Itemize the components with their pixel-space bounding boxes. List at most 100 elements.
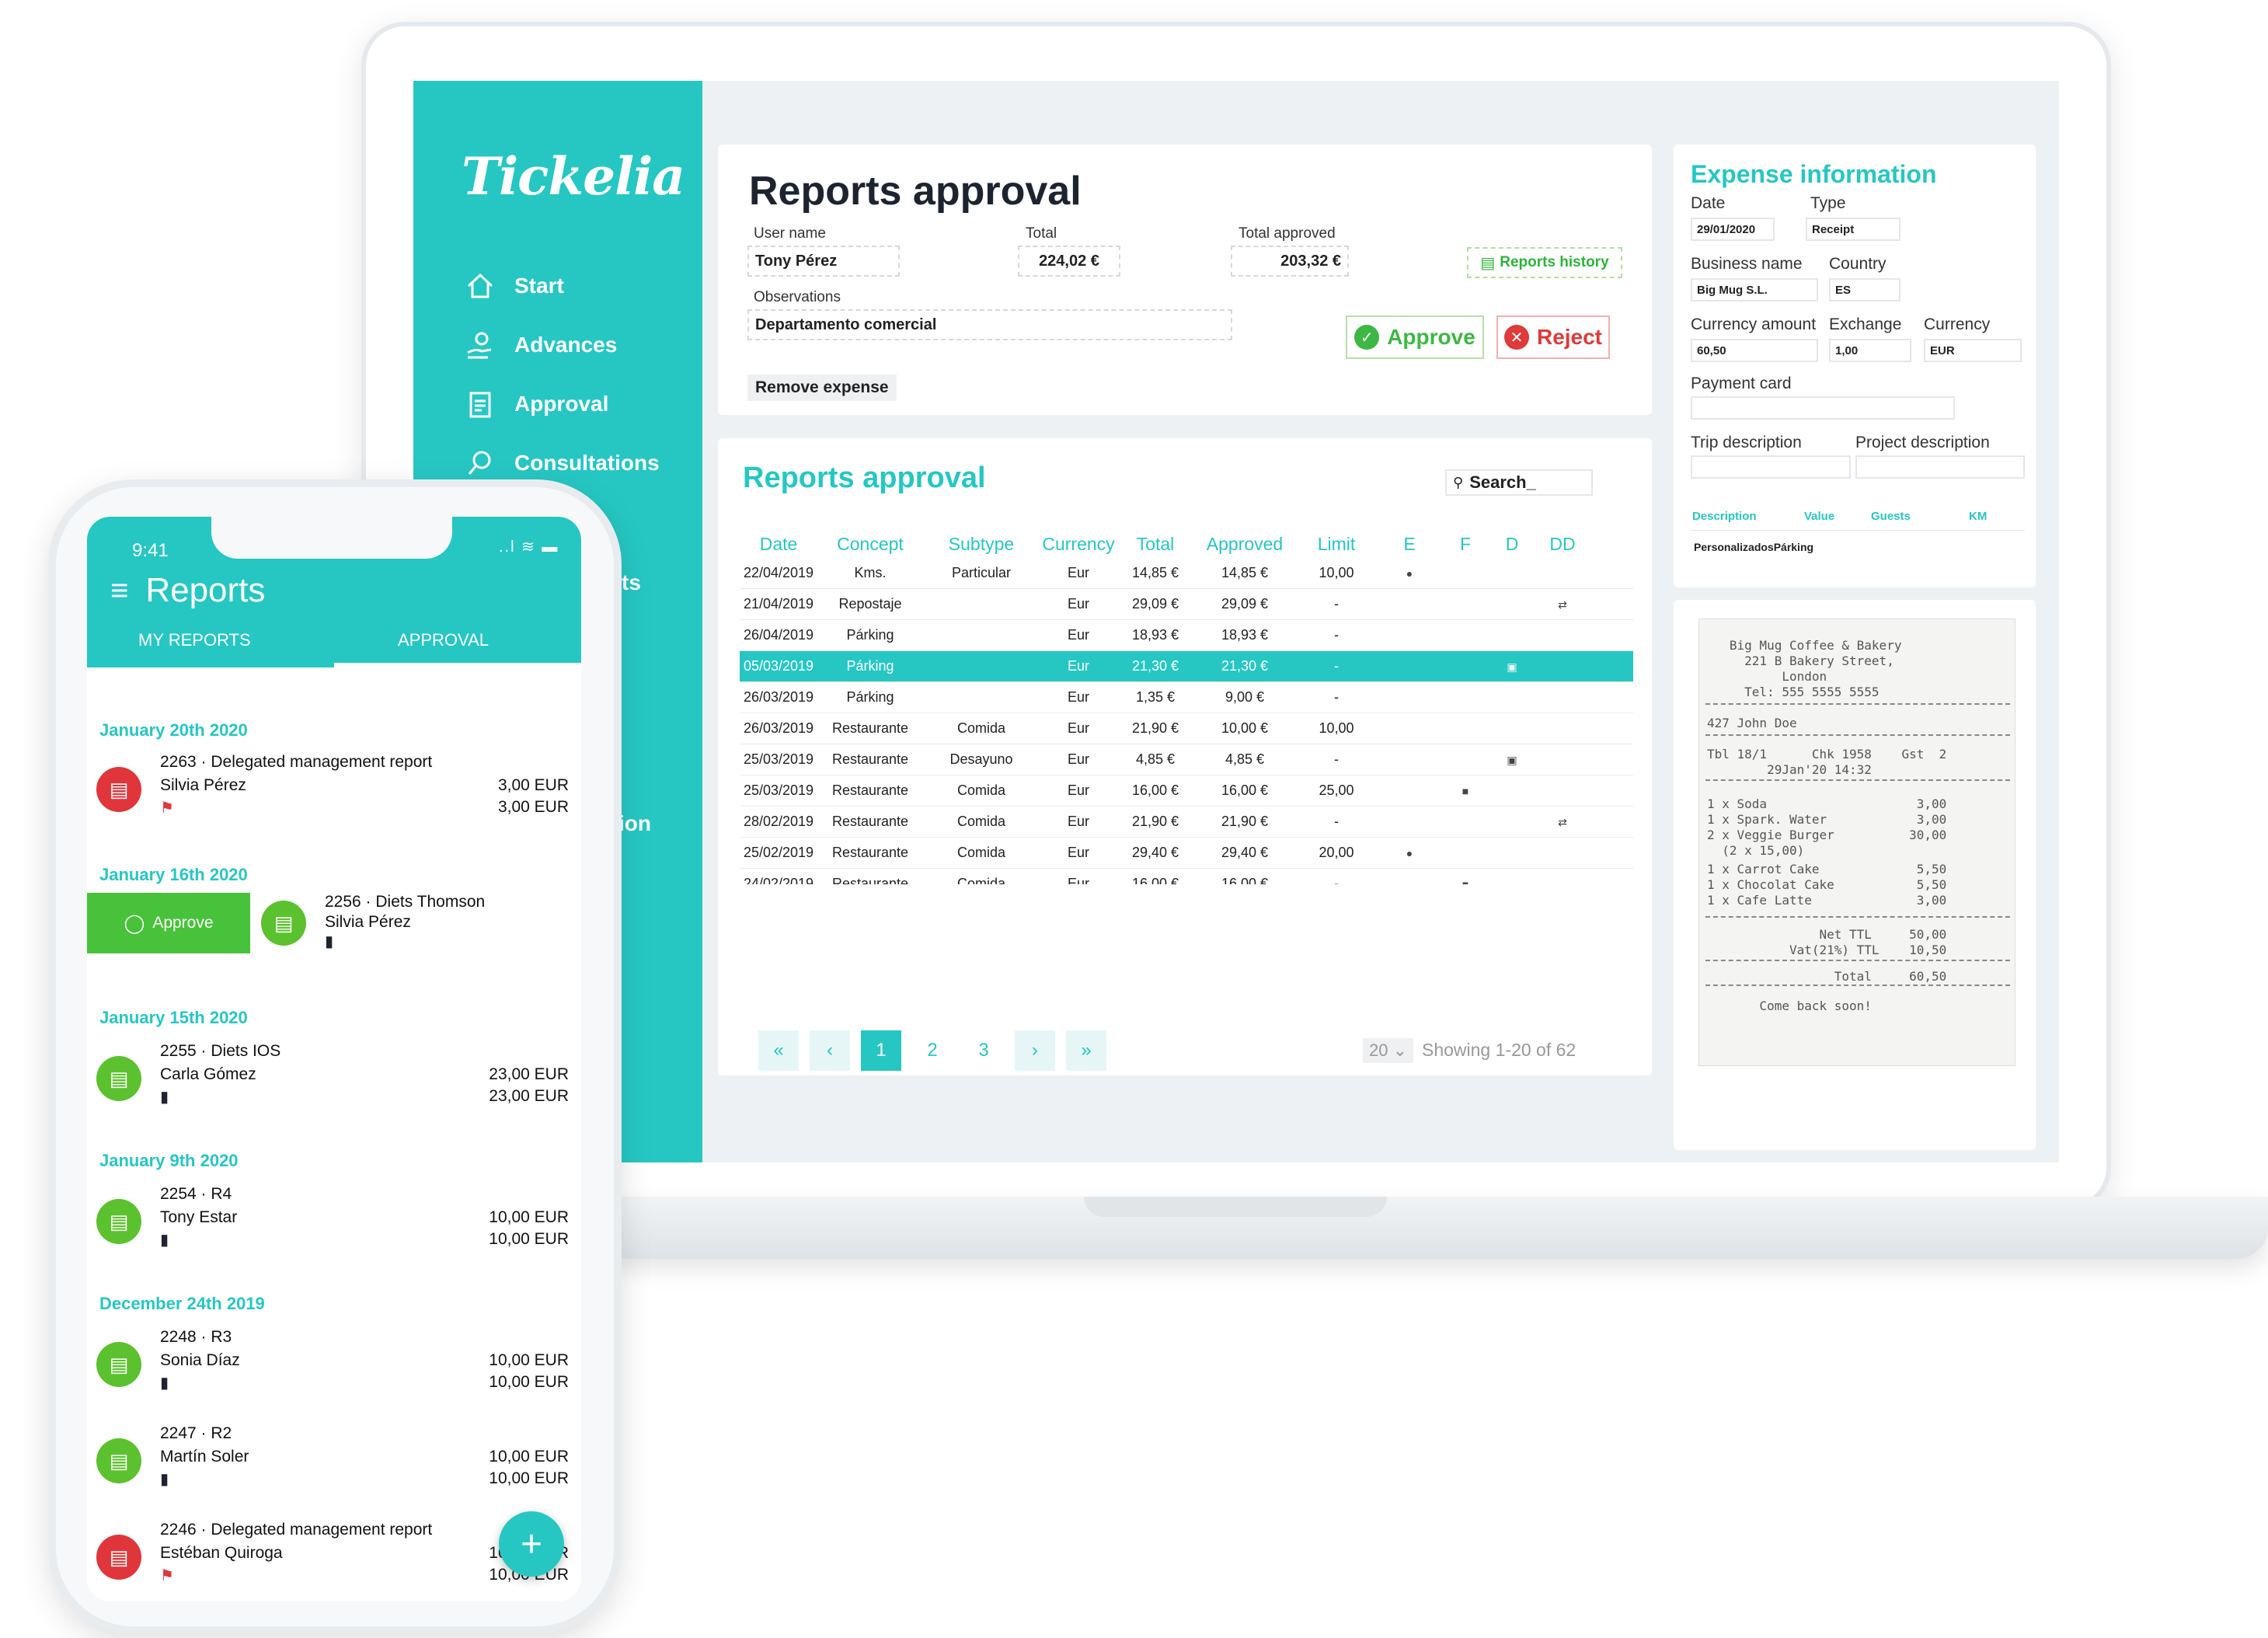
page-3-button[interactable]: 3 xyxy=(963,1030,1004,1071)
list-item[interactable]: ◯ Approve ▤ 2256 · Diets Thomson Silvia Pére… xyxy=(87,893,581,985)
receipt-icon: ▮ xyxy=(160,1232,169,1249)
date-field[interactable]: 29/01/2020 xyxy=(1691,218,1775,241)
column-header-approved[interactable]: Approved xyxy=(1193,534,1296,555)
date-group-header: January 15th 2020 xyxy=(99,1008,248,1027)
sidebar-item-advances[interactable]: Advances xyxy=(465,329,617,361)
total-approved-field[interactable]: 203,32 € xyxy=(1231,246,1349,277)
receipt-line: Tbl 18/1 Chk 1958 Gst 2 xyxy=(1707,747,1947,761)
list-item[interactable]: ▤ 2254 · R4 Tony Estar ▮ 10,00 EUR 10,00 EUR xyxy=(87,1179,581,1270)
add-report-button[interactable]: + xyxy=(499,1511,564,1577)
cell-limit: - xyxy=(1334,689,1339,705)
transfer-icon[interactable]: ⇄ xyxy=(1558,598,1567,611)
search-input[interactable]: ⚲ Search_ xyxy=(1445,469,1593,496)
camera-icon[interactable]: ■ xyxy=(1462,785,1468,797)
next-page-button[interactable]: › xyxy=(1015,1030,1055,1071)
hand-coin-icon xyxy=(465,329,496,361)
cell-currency: Eur xyxy=(1067,876,1089,884)
column-header-subtype[interactable]: Subtype xyxy=(923,534,1040,555)
project-description-field[interactable] xyxy=(1855,455,2025,479)
cell-currency: Eur xyxy=(1067,720,1089,736)
camera-icon[interactable]: ■ xyxy=(1462,878,1468,884)
table-row[interactable]: 22/04/2019 Kms. Particular Eur 14,85 € 14,85 … xyxy=(740,558,1633,589)
swipe-approve-button[interactable]: ◯ Approve xyxy=(87,893,250,953)
table-row[interactable]: 24/02/2019 Restaurante Comida Eur 16,00 € 16,… xyxy=(740,869,1633,884)
sidebar-item-approval[interactable]: Approval xyxy=(465,389,608,420)
receipt-icon: ▮ xyxy=(160,1375,169,1392)
reports-history-button[interactable]: ▤ Reports history xyxy=(1467,247,1622,278)
transfer-icon[interactable]: ⇄ xyxy=(1558,816,1567,828)
cell-flag: ● xyxy=(1377,565,1442,581)
table-row[interactable]: 21/04/2019 Repostaje Eur 29,09 € 29,09 € - ⇄ xyxy=(740,589,1633,620)
alert-icon[interactable]: ● xyxy=(1406,847,1413,859)
cell-approved: 29,09 € xyxy=(1221,596,1269,612)
grid-header-description: Description xyxy=(1692,510,1757,523)
cell-date: 28/02/2019 xyxy=(743,814,814,829)
receipt-line: 1 x Soda 3,00 xyxy=(1707,796,1947,811)
page-title: Reports approval xyxy=(749,169,1082,214)
column-header-dd[interactable]: DD xyxy=(1535,534,1590,555)
currency-field[interactable]: EUR xyxy=(1924,339,2022,362)
trip-description-field[interactable] xyxy=(1691,455,1851,479)
observations-field[interactable]: Departamento comercial xyxy=(747,309,1232,340)
expense-info-card: Expense information Date 29/01/2020 Type… xyxy=(1674,145,2036,587)
list-item[interactable]: ▤ 2255 · Diets IOS Carla Gómez ▮ 23,00 EUR 23… xyxy=(87,1036,581,1127)
alert-icon[interactable]: ● xyxy=(1406,567,1413,580)
table-row[interactable]: 26/03/2019 Párking Eur 1,35 € 9,00 € - xyxy=(740,682,1633,713)
table-row[interactable]: 05/03/2019 Párking Eur 21,30 € 21,30 € - ▣ xyxy=(740,651,1633,682)
total-field[interactable]: 224,02 € xyxy=(1018,246,1120,277)
document-icon[interactable]: ▣ xyxy=(1507,754,1517,766)
receipt-line: 1 x Carrot Cake 5,50 xyxy=(1707,862,1947,877)
payment-card-field[interactable] xyxy=(1691,396,1955,420)
exchange-field[interactable]: 1,00 xyxy=(1829,339,1911,362)
list-item[interactable]: ▤ 2263 · Delegated management report Silvi… xyxy=(87,747,581,838)
menu-icon[interactable]: ≡ xyxy=(110,573,128,608)
table-row[interactable]: 25/02/2019 Restaurante Comida Eur 29,40 € 29,… xyxy=(740,838,1633,869)
page-size-select[interactable]: 20 ⌄ xyxy=(1363,1038,1414,1063)
column-header-limit[interactable]: Limit xyxy=(1296,534,1377,555)
receipt-line: 1 x Chocolat Cake 5,50 xyxy=(1707,877,1947,892)
column-header-d[interactable]: D xyxy=(1489,534,1535,555)
column-header-date[interactable]: Date xyxy=(740,534,817,555)
country-field[interactable]: ES xyxy=(1829,278,1900,301)
column-header-total[interactable]: Total xyxy=(1117,534,1193,555)
type-field[interactable]: Receipt xyxy=(1806,218,1900,241)
page-1-button[interactable]: 1 xyxy=(861,1030,901,1071)
receipt-icon: ▮ xyxy=(160,1471,169,1488)
cell-flag: ⇄ xyxy=(1535,814,1590,830)
cell-subtype: Comida xyxy=(956,876,1006,884)
currency-amount-label: Currency amount xyxy=(1691,315,1817,333)
table-row[interactable]: 25/03/2019 Restaurante Desayuno Eur 4,85 € 4,… xyxy=(740,744,1633,775)
list-item[interactable]: ▤ 2248 · R3 Sonia Díaz ▮ 10,00 EUR 10,00 EUR xyxy=(87,1322,581,1413)
sidebar-item-partial[interactable]: ion xyxy=(618,811,651,836)
tab-approval[interactable]: APPROVAL xyxy=(398,630,489,650)
remove-expense-button[interactable]: Remove expense xyxy=(747,375,897,401)
sidebar-item-label: Start xyxy=(514,274,564,298)
user-name-field[interactable]: Tony Pérez xyxy=(747,246,900,277)
column-header-e[interactable]: E xyxy=(1377,534,1442,555)
table-row[interactable]: 28/02/2019 Restaurante Comida Eur 21,90 € 21,… xyxy=(740,807,1633,838)
column-header-currency[interactable]: Currency xyxy=(1040,534,1117,555)
prev-page-button[interactable]: ‹ xyxy=(810,1030,850,1071)
sidebar-item-start[interactable]: Start xyxy=(465,270,564,301)
report-title: 2248 · R3 xyxy=(160,1328,232,1346)
table-row[interactable]: 26/03/2019 Restaurante Comida Eur 21,90 € 10,… xyxy=(740,713,1633,744)
approve-button[interactable]: ✓ Approve xyxy=(1346,315,1484,359)
reports-history-label: Reports history xyxy=(1500,254,1609,270)
reject-button[interactable]: ✕ Reject xyxy=(1496,315,1610,359)
table-row[interactable]: 25/03/2019 Restaurante Comida Eur 16,00 € 16,… xyxy=(740,775,1633,807)
column-header-f[interactable]: F xyxy=(1442,534,1489,555)
list-item[interactable]: ▤ 2247 · R2 Martín Soler ▮ 10,00 EUR 10,00 EU… xyxy=(87,1418,581,1510)
receipt-line: Total 60,50 xyxy=(1707,969,1947,984)
business-name-field[interactable]: Big Mug S.L. xyxy=(1691,278,1818,301)
column-header-concept[interactable]: Concept xyxy=(817,534,923,555)
first-page-button[interactable]: « xyxy=(758,1030,799,1071)
last-page-button[interactable]: » xyxy=(1066,1030,1106,1071)
receipt-line: 1 x Spark. Water 3,00 xyxy=(1707,812,1947,827)
tab-my-reports[interactable]: MY REPORTS xyxy=(138,630,251,650)
sidebar-item-partial[interactable]: ts xyxy=(622,570,641,595)
document-icon[interactable]: ▣ xyxy=(1507,660,1517,673)
sidebar-item-consultations[interactable]: Consultations xyxy=(465,448,660,479)
currency-amount-field[interactable]: 60,50 xyxy=(1691,339,1818,362)
page-2-button[interactable]: 2 xyxy=(912,1030,953,1071)
table-row[interactable]: 26/04/2019 Párking Eur 18,93 € 18,93 € - xyxy=(740,620,1633,651)
